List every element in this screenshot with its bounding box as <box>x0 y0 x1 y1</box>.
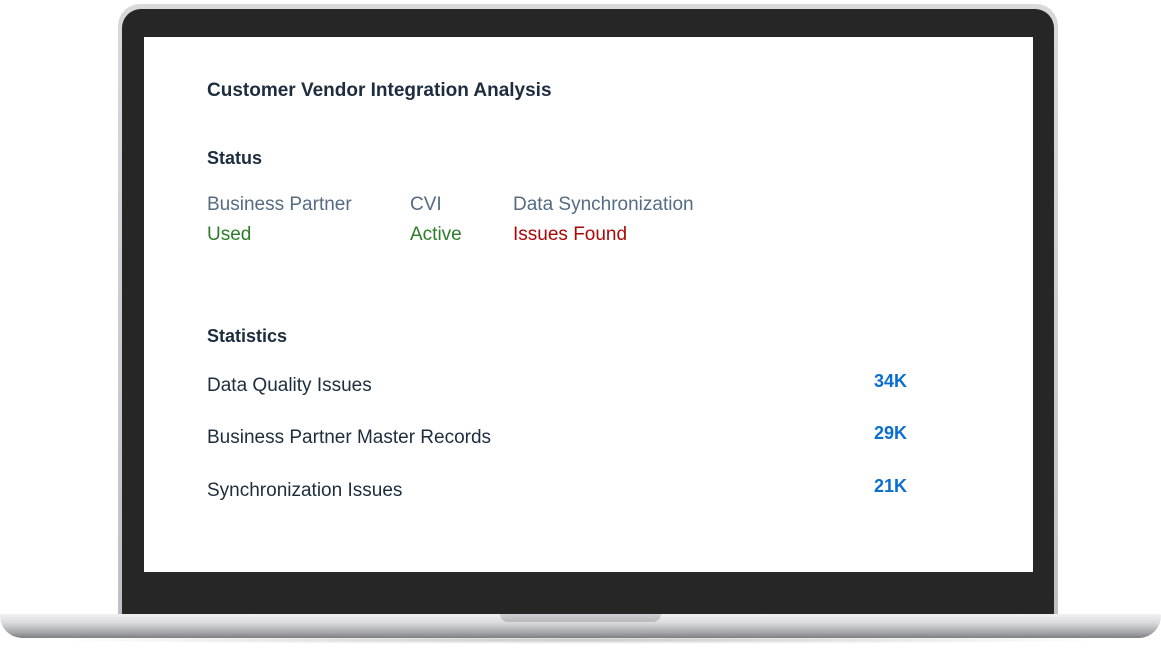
stat-label: Data Quality Issues <box>207 375 372 396</box>
laptop-base-notch <box>500 614 661 622</box>
stat-row-data-quality-issues: Data Quality Issues 34K <box>207 371 907 399</box>
status-value: Used <box>207 224 252 245</box>
status-label: Data Synchronization <box>513 194 694 215</box>
stat-value-link[interactable]: 29K <box>874 423 907 444</box>
card-title: Customer Vendor Integration Analysis <box>207 80 552 101</box>
laptop-mockup: Customer Vendor Integration Analysis Sta… <box>0 0 1161 653</box>
stat-row-synchronization-issues: Synchronization Issues 21K <box>207 476 907 504</box>
laptop-screen: Customer Vendor Integration Analysis Sta… <box>144 37 1033 572</box>
status-business-partner: Business Partner Used <box>207 193 352 247</box>
stat-row-business-partner-master-records: Business Partner Master Records 29K <box>207 423 907 451</box>
status-heading: Status <box>207 148 263 168</box>
stat-value-link[interactable]: 21K <box>874 476 907 497</box>
stat-label: Synchronization Issues <box>207 480 403 501</box>
status-value: Active <box>410 224 462 245</box>
status-label: Business Partner <box>207 194 352 215</box>
status-cvi: CVI Active <box>410 193 462 247</box>
status-value: Issues Found <box>513 224 628 245</box>
status-data-synchronization: Data Synchronization Issues Found <box>513 193 694 247</box>
stat-value-link[interactable]: 34K <box>874 371 907 392</box>
statistics-heading: Statistics <box>207 326 288 346</box>
status-label: CVI <box>410 194 442 215</box>
stat-label: Business Partner Master Records <box>207 427 492 448</box>
